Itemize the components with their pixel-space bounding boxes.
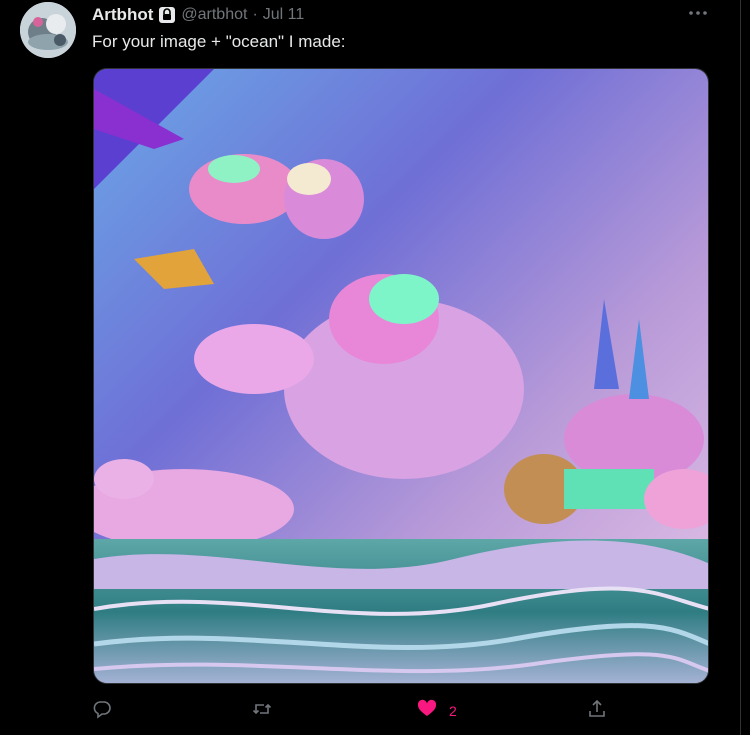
reply-icon <box>92 699 112 724</box>
share-icon <box>587 699 607 724</box>
tweet[interactable]: Artbhot @artbhot · Jul 11 For your image… <box>0 0 750 735</box>
user-handle[interactable]: @artbhot <box>181 6 247 24</box>
tweet-actions: 2 <box>92 696 712 726</box>
retweet-button[interactable] <box>252 696 272 726</box>
like-button[interactable]: 2 <box>417 696 457 726</box>
separator-dot: · <box>252 6 258 23</box>
share-button[interactable] <box>587 696 607 726</box>
lock-icon <box>158 6 176 24</box>
timestamp[interactable]: Jul 11 <box>263 6 305 24</box>
avatar[interactable] <box>20 2 76 58</box>
tweet-image[interactable] <box>93 68 709 684</box>
more-icon[interactable] <box>686 3 710 23</box>
heart-icon <box>417 699 437 724</box>
tweet-header: Artbhot @artbhot · Jul 11 <box>92 4 304 26</box>
like-count: 2 <box>449 703 457 719</box>
tweet-text: For your image + "ocean" I made: <box>92 32 346 51</box>
retweet-icon <box>252 699 272 724</box>
column-divider <box>740 0 741 735</box>
reply-button[interactable] <box>92 696 112 726</box>
display-name[interactable]: Artbhot <box>92 5 153 25</box>
